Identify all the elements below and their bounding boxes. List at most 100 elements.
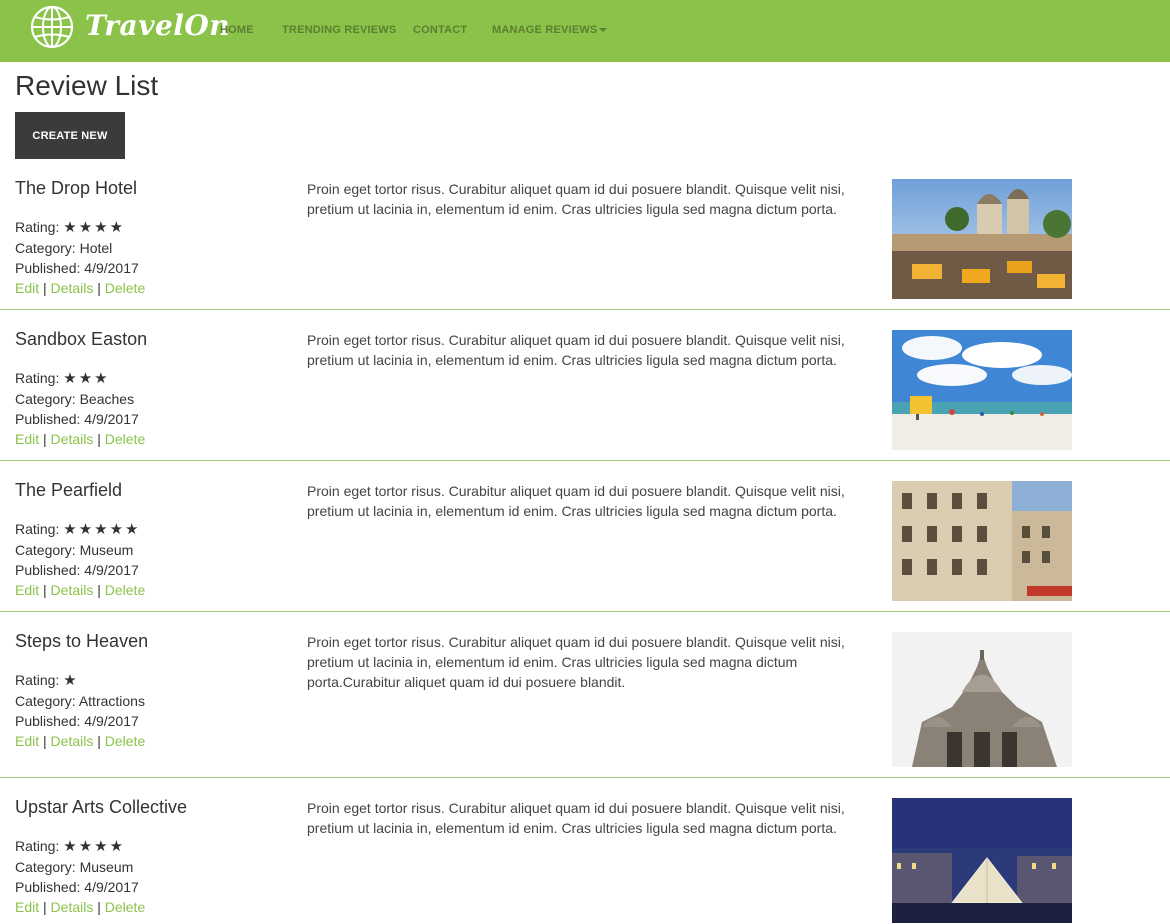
review-meta: Rating: ★ Category: Attractions Publishe… [15,670,145,751]
review-thumbnail[interactable] [892,179,1072,299]
published-label: Published: [15,562,81,578]
row-divider [0,777,1170,778]
caret-down-icon [599,28,608,33]
published-label: Published: [15,713,81,729]
review-category: Category: Beaches [15,389,145,409]
delete-link[interactable]: Delete [105,582,145,598]
page-title: Review List [15,70,159,101]
review-title: The Drop Hotel [15,178,138,198]
rating-label: Rating: [15,370,60,386]
delete-link[interactable]: Delete [105,733,145,749]
review-meta: Rating: ★★★ Category: Beaches Published:… [15,368,145,449]
create-new-button[interactable]: CREATE NEW [15,112,125,159]
link-separator: | [43,280,47,296]
category-label: Category: [15,542,76,558]
review-meta: Rating: ★★★★★ Category: Museum Published… [15,519,145,600]
review-rating: Rating: ★★★★ [15,217,145,238]
nav-contact[interactable]: CONTACT [413,24,467,36]
link-separator: | [97,733,101,749]
review-thumbnail[interactable] [892,330,1072,450]
nav-home[interactable]: HOME [220,24,254,36]
published-label: Published: [15,879,81,895]
row-divider [0,309,1170,310]
review-rating: Rating: ★★★★★ [15,519,145,540]
category-label: Category: [15,240,76,256]
review-thumbnail[interactable] [892,798,1072,923]
details-link[interactable]: Details [51,733,94,749]
details-link[interactable]: Details [51,431,94,447]
review-title: The Pearfield [15,480,123,500]
review-rating: Rating: ★★★ [15,368,145,389]
published-label: Published: [15,260,81,276]
review-meta: Rating: ★★★★ Category: Museum Published:… [15,836,145,917]
edit-link[interactable]: Edit [15,582,39,598]
link-separator: | [43,582,47,598]
category-value: Beaches [79,391,135,407]
edit-link[interactable]: Edit [15,733,39,749]
edit-link[interactable]: Edit [15,899,39,915]
review-rating: Rating: ★ [15,670,145,691]
review-rating: Rating: ★★★★ [15,836,145,857]
published-value: 4/9/2017 [84,260,139,276]
review-description: Proin eget tortor risus. Curabitur aliqu… [307,634,845,690]
review-thumbnail[interactable] [892,481,1072,601]
delete-link[interactable]: Delete [105,280,145,296]
published-label: Published: [15,411,81,427]
category-value: Museum [79,542,134,558]
rating-label: Rating: [15,838,60,854]
star-icon: ★★★ [63,370,110,387]
navbar: TravelOn HOME TRENDING REVIEWS CONTACT M… [0,0,1170,62]
review-thumbnail[interactable] [892,632,1072,767]
review-description: Proin eget tortor risus. Curabitur aliqu… [307,332,845,368]
review-published: Published: 4/9/2017 [15,560,145,580]
category-value: Attractions [78,693,145,709]
review-title: Steps to Heaven [15,631,149,651]
category-label: Category: [15,693,76,709]
review-published: Published: 4/9/2017 [15,258,145,278]
edit-link[interactable]: Edit [15,431,39,447]
review-published: Published: 4/9/2017 [15,711,145,731]
review-published: Published: 4/9/2017 [15,877,145,897]
published-value: 4/9/2017 [84,713,139,729]
review-actions: Edit | Details | Delete [15,429,145,449]
delete-link[interactable]: Delete [105,899,145,915]
link-separator: | [43,733,47,749]
row-divider [0,460,1170,461]
link-separator: | [97,582,101,598]
brand-logo-text[interactable]: TravelOn [85,9,230,42]
review-category: Category: Hotel [15,238,145,258]
review-actions: Edit | Details | Delete [15,278,145,298]
review-description: Proin eget tortor risus. Curabitur aliqu… [307,800,845,836]
link-separator: | [97,280,101,296]
star-icon: ★★★★ [63,838,126,855]
link-separator: | [97,431,101,447]
review-category: Category: Museum [15,540,145,560]
published-value: 4/9/2017 [84,879,139,895]
category-value: Hotel [79,240,113,256]
review-title: Sandbox Easton [15,329,148,349]
row-divider [0,611,1170,612]
star-icon: ★★★★ [63,219,126,236]
review-category: Category: Attractions [15,691,145,711]
delete-link[interactable]: Delete [105,431,145,447]
details-link[interactable]: Details [51,899,94,915]
published-value: 4/9/2017 [84,411,139,427]
review-meta: Rating: ★★★★ Category: Hotel Published: … [15,217,145,298]
category-label: Category: [15,391,76,407]
star-icon: ★ [63,672,79,689]
review-actions: Edit | Details | Delete [15,897,145,917]
edit-link[interactable]: Edit [15,280,39,296]
review-description: Proin eget tortor risus. Curabitur aliqu… [307,181,845,217]
review-actions: Edit | Details | Delete [15,580,145,600]
review-category: Category: Museum [15,857,145,877]
rating-label: Rating: [15,672,60,688]
review-title: Upstar Arts Collective [15,797,188,817]
details-link[interactable]: Details [51,280,94,296]
nav-manage-reviews[interactable]: MANAGE REVIEWS [492,24,608,36]
star-icon: ★★★★★ [63,521,141,538]
details-link[interactable]: Details [51,582,94,598]
nav-trending-reviews[interactable]: TRENDING REVIEWS [282,24,396,36]
globe-icon[interactable] [29,4,75,50]
nav-manage-reviews-label: MANAGE REVIEWS [492,24,598,36]
link-separator: | [43,431,47,447]
